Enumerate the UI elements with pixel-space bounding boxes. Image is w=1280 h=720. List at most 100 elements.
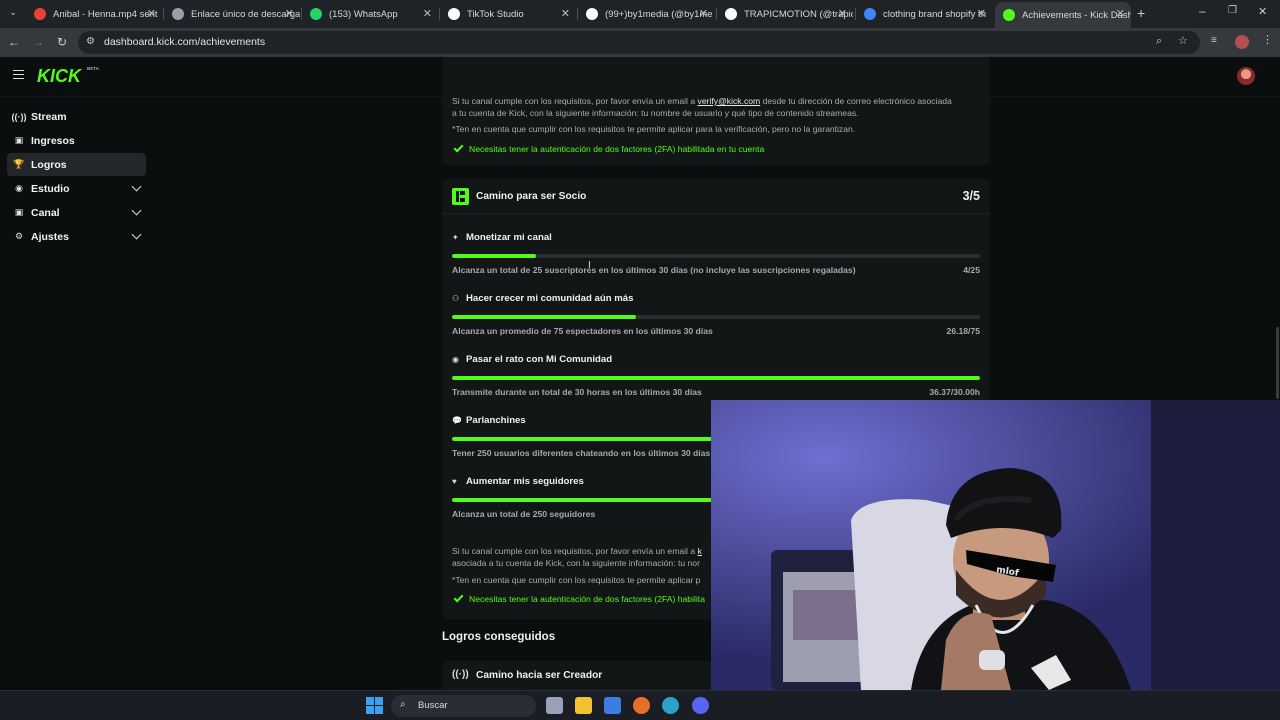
sidebar-item-ingresos[interactable]: ▣ Ingresos [7, 129, 146, 152]
sidebar-item-ajustes[interactable]: ⚙ Ajustes [7, 225, 146, 248]
url-text[interactable]: dashboard.kick.com/achievements [104, 36, 265, 48]
tab-separator [577, 8, 578, 20]
heart-icon: ♥ [452, 477, 457, 486]
bookmark-star-icon[interactable]: ☆ [1178, 34, 1188, 47]
tab-search-button[interactable]: ⌄ [5, 7, 21, 21]
globe-icon [172, 8, 184, 20]
achievement-description: Alcanza un total de 25 suscriptores en l… [452, 265, 856, 275]
tab-separator [163, 8, 164, 20]
close-tab-icon[interactable]: ✕ [147, 7, 156, 20]
tab-title: clothing brand shopify th [883, 8, 986, 20]
close-window-button[interactable]: ✕ [1258, 5, 1267, 18]
partner-twofa-requirement: Necesitas tener la autenticación de dos … [453, 592, 705, 604]
check-icon [453, 592, 464, 603]
tab-title: TRAPICMOTION (@trapic [744, 8, 853, 20]
windows-taskbar: ⌕ Buscar [0, 690, 1280, 720]
media-control-icon[interactable]: ≡ [1211, 35, 1217, 46]
verification-note: *Ten en cuenta que cumplir con los requi… [452, 124, 856, 134]
taskbar-search[interactable]: ⌕ Buscar [391, 695, 536, 717]
browser-tab[interactable]: (153) WhatsApp ✕ [302, 2, 438, 26]
discord-icon[interactable] [692, 697, 709, 714]
achievement-count: 36.37/30.00h [929, 387, 980, 397]
tab-title: TikTok Studio [467, 8, 524, 20]
close-tab-icon[interactable]: ✕ [285, 7, 294, 20]
tiktok-icon [725, 8, 737, 20]
address-toolbar: ← → ↻ ⚙ dashboard.kick.com/achievements … [0, 28, 1280, 57]
twofa-text: Necesitas tener la autenticación de dos … [469, 144, 765, 154]
browser-tab[interactable]: (99+)by1media (@by1me ✕ [578, 2, 714, 26]
tab-separator [301, 8, 302, 20]
edge-icon[interactable] [662, 697, 679, 714]
dashboard-sidebar: ((·)) Stream ▣ Ingresos 🏆 Logros ◉ Estudio ▣ Cana… [0, 97, 158, 690]
tab-title: Enlace único de descarga [191, 8, 300, 20]
creator-path-title: Camino hacia ser Creador [476, 670, 603, 681]
achievement-title-text: Pasar el rato con Mi Comunidad [466, 354, 613, 365]
tab-title: Anibal - Henna.mp4 sent [53, 8, 158, 20]
sidebar-item-label: Ingresos [31, 134, 75, 147]
whatsapp-icon [310, 8, 322, 20]
sidebar-item-estudio[interactable]: ◉ Estudio [7, 177, 146, 200]
zoom-icon[interactable]: ⌕ [1156, 35, 1162, 48]
twofa-requirement: Necesitas tener la autenticación de dos … [453, 142, 765, 154]
reload-button[interactable]: ↻ [54, 34, 70, 50]
file-explorer-icon[interactable] [575, 697, 592, 714]
sidebar-item-canal[interactable]: ▣ Canal [7, 201, 146, 224]
close-tab-icon[interactable]: ✕ [561, 7, 570, 20]
achievement-title: ⚇ Hacer crecer mi comunidad aún más [452, 293, 633, 304]
hamburger-menu-icon[interactable] [13, 70, 24, 79]
chevron-down-icon[interactable] [131, 205, 142, 216]
partner-path-title: Camino para ser Socio [476, 191, 587, 202]
partner-email-link[interactable]: k [698, 546, 702, 556]
windows-start-icon[interactable] [366, 697, 383, 714]
browser-tab[interactable]: Enlace único de descarga ✕ [164, 2, 300, 26]
sidebar-item-logros[interactable]: 🏆 Logros [7, 153, 146, 176]
check-icon [453, 142, 464, 153]
back-button[interactable]: ← [6, 34, 22, 50]
close-tab-icon[interactable]: ✕ [1116, 7, 1125, 20]
kick-icon [1003, 9, 1015, 21]
revenue-icon: ▣ [14, 135, 24, 145]
achievement-description: Tener 250 usuarios diferentes chateando … [452, 448, 711, 458]
close-tab-icon[interactable]: ✕ [699, 7, 708, 20]
achievement-progress-bar [452, 315, 980, 319]
partner-path-progress: 3/5 [962, 189, 980, 203]
forward-button[interactable]: → [30, 34, 46, 50]
card-divider [442, 213, 990, 214]
verify-email-link[interactable]: verify@kick.com [698, 96, 761, 106]
browser-tab[interactable]: TikTok Studio ✕ [440, 2, 576, 26]
achievement-progress-fill [452, 315, 637, 319]
restore-button[interactable]: ❐ [1228, 5, 1237, 16]
browser-menu-icon[interactable]: ⋮ [1262, 33, 1273, 46]
user-avatar[interactable] [1237, 67, 1255, 85]
browser-tab[interactable]: Anibal - Henna.mp4 sent ✕ [26, 2, 162, 26]
partner-note: *Ten en cuenta que cumplir con los requi… [452, 575, 701, 585]
verification-text-post: desde tu dirección de correo electrónico… [760, 96, 952, 106]
kick-logo[interactable]: KICK [37, 66, 81, 87]
broadcast-icon: ((·)) [452, 669, 469, 680]
task-view-icon[interactable] [546, 697, 563, 714]
chevron-down-icon[interactable] [131, 229, 142, 240]
address-bar[interactable]: ⚙ dashboard.kick.com/achievements ⌕ ☆ [78, 31, 1200, 54]
sidebar-item-stream[interactable]: ((·)) Stream [7, 105, 146, 128]
achievement-title: ✦ Monetizar mi canal [452, 232, 552, 243]
community-icon: ⚇ [452, 294, 460, 303]
browser-tab[interactable]: Achievements - Kick Dash ✕ [995, 2, 1131, 28]
tab-separator [439, 8, 440, 20]
tab-title: Achievements - Kick Dash [1022, 9, 1131, 21]
firefox-icon[interactable] [633, 697, 650, 714]
close-tab-icon[interactable]: ✕ [423, 7, 432, 20]
browser-tab[interactable]: TRAPICMOTION (@trapic ✕ [717, 2, 853, 26]
microsoft-store-icon[interactable] [604, 697, 621, 714]
close-tab-icon[interactable]: ✕ [977, 7, 986, 20]
studio-icon: ◉ [15, 183, 23, 193]
achievement-description: Alcanza un total de 250 seguidores [452, 509, 596, 519]
site-info-icon[interactable]: ⚙ [86, 36, 95, 47]
profile-avatar[interactable] [1235, 35, 1249, 49]
new-tab-button[interactable]: + [1137, 5, 1145, 21]
sidebar-item-label: Estudio [31, 182, 70, 195]
browser-tab[interactable]: clothing brand shopify th ✕ [856, 2, 992, 26]
close-tab-icon[interactable]: ✕ [838, 7, 847, 20]
page-scrollbar[interactable] [1276, 327, 1279, 399]
chevron-down-icon[interactable] [131, 181, 142, 192]
minimize-button[interactable]: – [1199, 4, 1206, 18]
